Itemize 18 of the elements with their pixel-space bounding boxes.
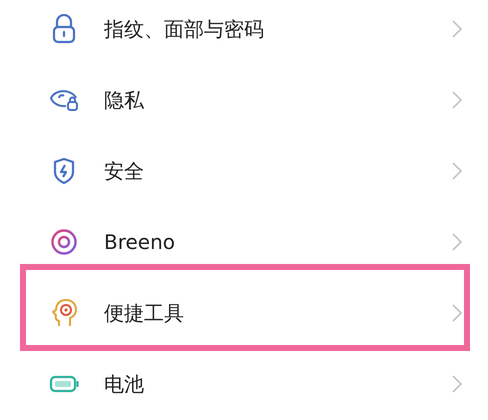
ring-icon: [50, 228, 78, 256]
settings-item-label[interactable]: 电池: [104, 368, 452, 398]
chevron-right-icon: [452, 162, 462, 180]
lock-icon: [51, 14, 77, 44]
battery-icon: [49, 374, 79, 392]
head-target-icon: [50, 298, 78, 328]
eye-lock-icon: [49, 88, 79, 112]
chevron-right-icon: [452, 374, 462, 392]
settings-item-label[interactable]: 隐私: [104, 84, 452, 114]
chevron-right-icon: [452, 20, 462, 38]
shield-bolt-icon: [52, 156, 76, 184]
settings-item-label[interactable]: 便捷工具: [104, 298, 452, 328]
chevron-right-icon: [452, 304, 462, 322]
settings-item-label[interactable]: 指纹、面部与密码: [104, 14, 452, 44]
settings-item-label[interactable]: 安全: [104, 156, 452, 186]
chevron-right-icon: [452, 232, 462, 250]
settings-item-label[interactable]: Breeno: [104, 226, 452, 256]
chevron-right-icon: [452, 90, 462, 108]
